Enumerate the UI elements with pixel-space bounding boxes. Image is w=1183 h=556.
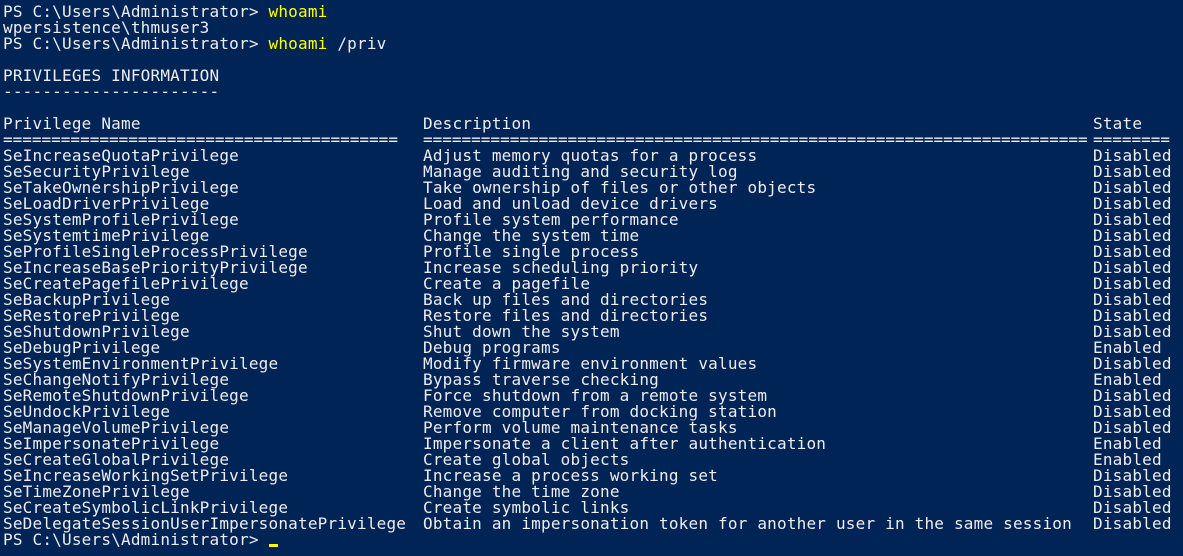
privilege-table-body: SeIncreaseQuotaPrivilege Adjust memory qu… <box>3 148 1183 532</box>
privilege-description: Obtain an impersonation token for anothe… <box>423 514 1072 533</box>
prompt-line: PS C:\Users\Administrator> <box>3 532 1183 548</box>
table-row: SeShutdownPrivilege Shut down the system D… <box>3 324 1183 340</box>
prompt: PS C:\Users\Administrator> <box>3 530 269 549</box>
powershell-console[interactable]: PS C:\Users\Administrator> whoami wpersi… <box>0 0 1183 556</box>
header-description: Description <box>423 114 532 133</box>
command-args: /priv <box>327 34 387 53</box>
prompt: PS C:\Users\Administrator> <box>3 34 269 53</box>
text-cursor <box>268 544 278 547</box>
privilege-state: Disabled <box>1093 514 1172 533</box>
section-underline: ---------------------- <box>3 82 220 101</box>
command: whoami <box>268 2 328 21</box>
prompt-line: PS C:\Users\Administrator> whoami /priv <box>3 36 1183 52</box>
header-privilege-name: Privilege Name <box>3 114 141 133</box>
header-state: State <box>1093 114 1143 133</box>
command: whoami <box>268 34 328 53</box>
table-header: Privilege Name Description State <box>3 116 1183 132</box>
